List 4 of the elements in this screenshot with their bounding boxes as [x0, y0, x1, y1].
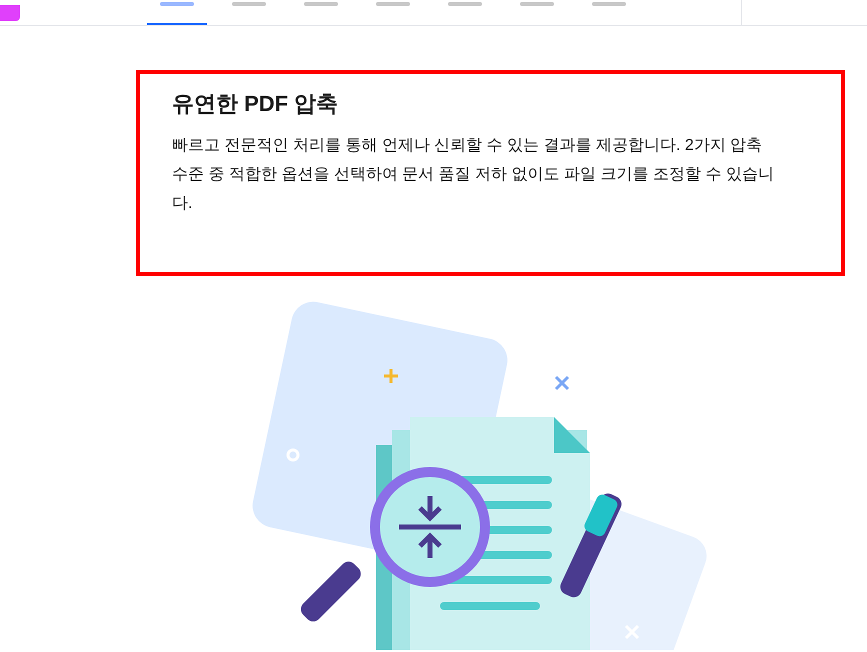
section-title: 유연한 PDF 압축 [172, 90, 340, 118]
nav-tab[interactable] [147, 0, 207, 25]
logo-icon [0, 5, 20, 21]
section-description: 빠르고 전문적인 처리를 통해 언제나 신뢰할 수 있는 결과를 제공합니다. 2가지 압축 수준 중 적합한 옵션을 선택하여 문서 품질 저하 없이도 파일 크기를 조정할 수 있습니다. [172, 136, 775, 214]
